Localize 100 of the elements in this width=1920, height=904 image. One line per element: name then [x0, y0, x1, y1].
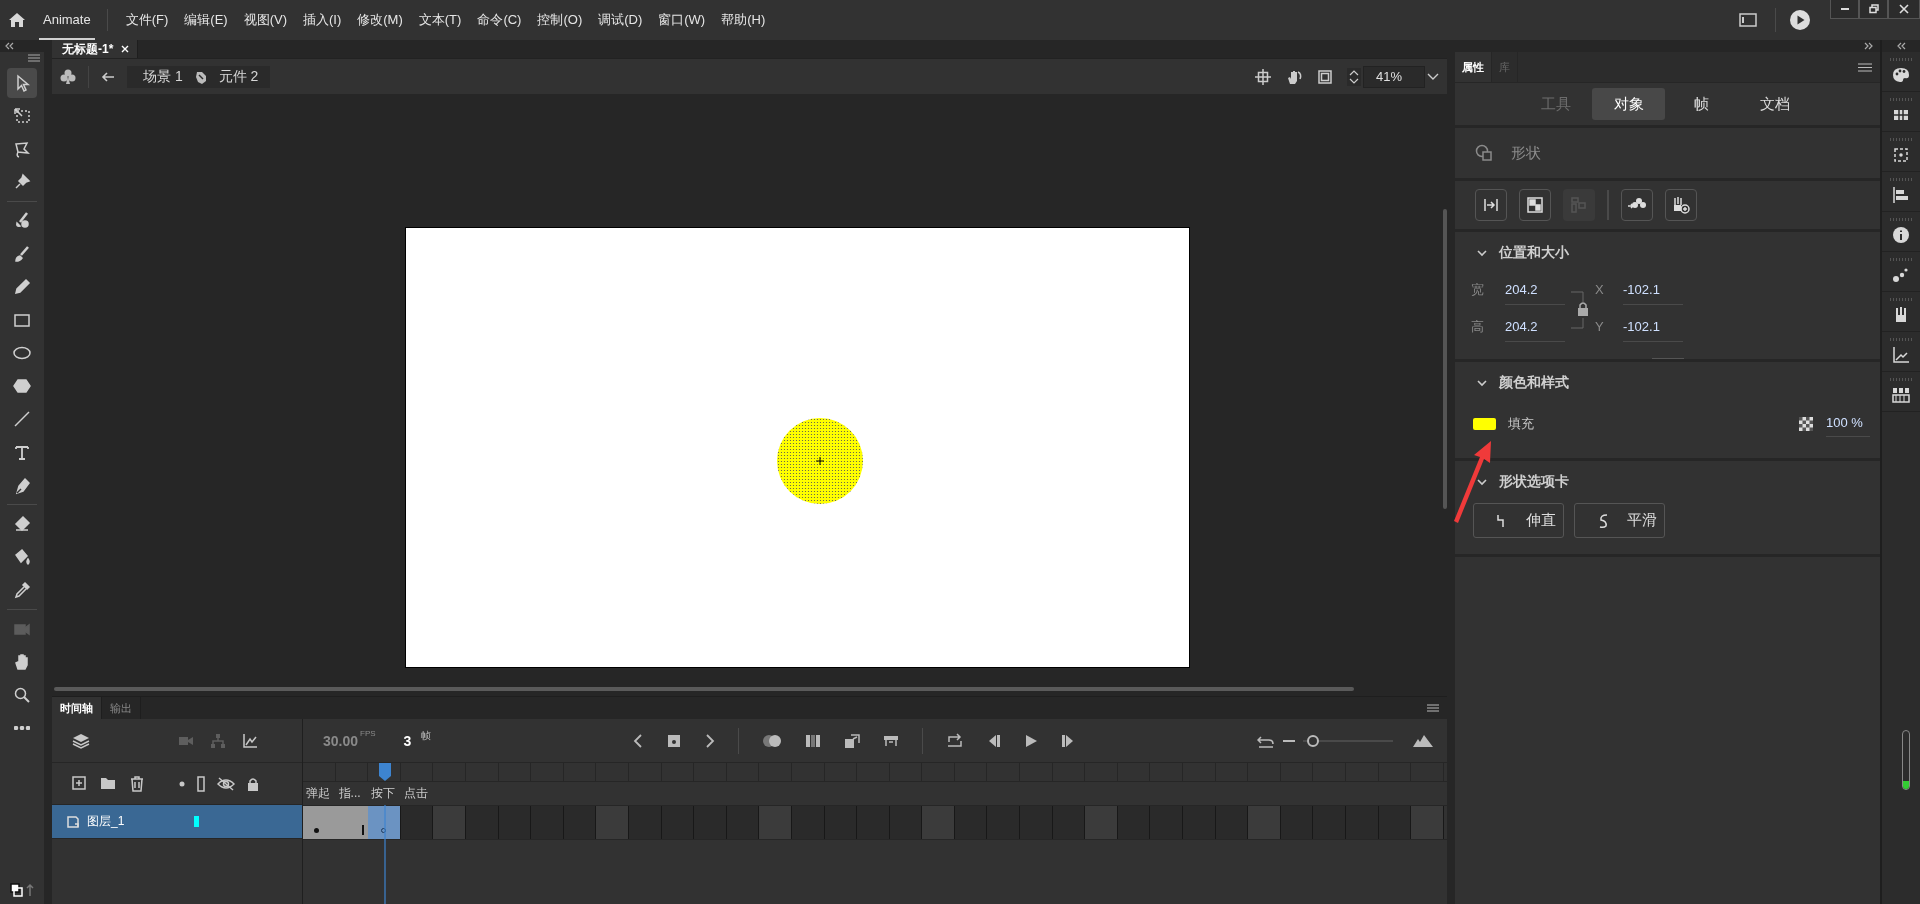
frame-cell[interactable]: [759, 806, 792, 840]
smooth-button[interactable]: 平滑: [1574, 503, 1665, 538]
menu-item[interactable]: 命令(C): [469, 11, 530, 29]
add-asset-button[interactable]: [1665, 189, 1697, 221]
menu-icon[interactable]: [1858, 63, 1872, 72]
lock-icon[interactable]: [247, 776, 259, 791]
expand-right-icon[interactable]: [1864, 42, 1874, 50]
chevron-icon[interactable]: [1477, 379, 1487, 387]
loop-icon[interactable]: [946, 732, 965, 749]
fill-swatch[interactable]: [1473, 418, 1496, 430]
menu-item[interactable]: 帮助(H): [713, 11, 774, 29]
back-arrow-icon[interactable]: [101, 70, 115, 83]
eye-off-icon[interactable]: [217, 776, 235, 791]
outline-icon[interactable]: [197, 775, 205, 792]
close-icon[interactable]: [121, 45, 130, 53]
frame-cell[interactable]: [368, 806, 401, 840]
menu-item[interactable]: 文件(F): [117, 11, 177, 29]
input-field[interactable]: -102.1: [1623, 274, 1683, 305]
add-layer-icon[interactable]: [72, 775, 86, 790]
dot-icon[interactable]: [179, 780, 185, 787]
document-tab[interactable]: 无标题-1*: [52, 40, 139, 58]
color-swap-icon[interactable]: [8, 882, 36, 900]
breadcrumb-link[interactable]: 元件 2: [218, 67, 259, 86]
panel-tab[interactable]: 时间轴: [52, 697, 102, 720]
frame-cell[interactable]: [1411, 806, 1444, 840]
scrollbar[interactable]: [1443, 209, 1447, 509]
menu-icon[interactable]: [1427, 704, 1439, 713]
frame-cell[interactable]: [661, 806, 695, 840]
minus-icon[interactable]: [1283, 738, 1295, 743]
panel-tab[interactable]: 属性: [1455, 52, 1492, 82]
convert-symbol-button[interactable]: [1621, 189, 1653, 221]
menu-item[interactable]: 调试(D): [590, 11, 651, 29]
layer-color-marker[interactable]: [194, 816, 200, 828]
menu-item[interactable]: 文本(T): [410, 11, 470, 29]
zoom-slider[interactable]: [1303, 733, 1393, 748]
dropdown-caret-icon[interactable]: [1427, 72, 1439, 81]
fps-value[interactable]: 30.00: [323, 732, 359, 749]
slider-thumb[interactable]: [1306, 734, 1319, 747]
frame-cell[interactable]: [1150, 806, 1184, 840]
frame-cell[interactable]: [628, 806, 662, 840]
align-icon[interactable]: [1891, 185, 1911, 205]
palette-icon[interactable]: [1891, 65, 1911, 85]
frame-cell[interactable]: [954, 806, 988, 840]
layers-icon[interactable]: [72, 731, 90, 750]
frame-cell[interactable]: [1183, 806, 1216, 840]
mountains-icon[interactable]: [1413, 734, 1433, 747]
frame-cell[interactable]: [1085, 806, 1118, 840]
home-icon[interactable]: [7, 10, 27, 30]
frame-cell[interactable]: [824, 806, 858, 840]
frame-cell[interactable]: [857, 806, 890, 840]
transform-icon[interactable]: [1891, 145, 1911, 165]
keyframe-icon[interactable]: [666, 732, 683, 749]
frame-cell[interactable]: [303, 806, 336, 840]
crosshair-icon[interactable]: [1255, 68, 1271, 85]
frame-cell[interactable]: [1280, 806, 1314, 840]
up-caret-icon[interactable]: [1349, 69, 1359, 76]
collapse-left-icon[interactable]: [4, 42, 14, 50]
frame-cell[interactable]: [1052, 806, 1086, 840]
mode-tab[interactable]: 文档: [1738, 88, 1811, 120]
frame-cell[interactable]: [922, 806, 955, 840]
zoom-field[interactable]: 41%: [1363, 65, 1425, 88]
frame-cell[interactable]: [1248, 806, 1281, 840]
menu-item[interactable]: 编辑(E): [176, 11, 236, 29]
input-field[interactable]: 204.2: [1505, 311, 1565, 342]
straighten-button[interactable]: 伸直: [1473, 503, 1564, 538]
chevron-icon[interactable]: [1477, 249, 1487, 257]
frame-cell[interactable]: [596, 806, 629, 840]
trash-icon[interactable]: [130, 775, 144, 792]
frame-cell[interactable]: [1117, 806, 1151, 840]
frame-cell[interactable]: [1020, 806, 1053, 840]
components-icon[interactable]: [1891, 385, 1911, 405]
frame-cell[interactable]: [791, 806, 825, 840]
frame-cell[interactable]: [1313, 806, 1346, 840]
frame-cell[interactable]: [694, 806, 727, 840]
frame-cell[interactable]: [1346, 806, 1379, 840]
frame-cell[interactable]: [465, 806, 499, 840]
alpha-field[interactable]: 100 %: [1826, 411, 1870, 437]
step-back-icon[interactable]: [987, 733, 1002, 748]
menu-item[interactable]: 窗口(W): [650, 11, 714, 29]
frame-cell[interactable]: [1215, 806, 1249, 840]
menu-item[interactable]: 插入(I): [295, 11, 350, 29]
down-caret-icon[interactable]: [1349, 77, 1359, 84]
frame-cell[interactable]: [400, 806, 434, 840]
frame-cell[interactable]: [335, 806, 369, 840]
frame-cell[interactable]: [1378, 806, 1412, 840]
frame-edit-icon[interactable]: [883, 733, 900, 748]
clip-frame-icon[interactable]: [1317, 68, 1333, 85]
undo-icon[interactable]: [1257, 733, 1275, 748]
mode-tab[interactable]: 对象: [1592, 88, 1665, 120]
menu-item[interactable]: 修改(M): [349, 11, 411, 29]
motion-graph-icon[interactable]: [1891, 345, 1911, 365]
edit-multiple-icon[interactable]: [805, 732, 822, 749]
onion-skin-icon[interactable]: [762, 733, 783, 748]
folder-icon[interactable]: [100, 775, 116, 790]
frame-cell[interactable]: [498, 806, 532, 840]
panel-tab[interactable]: 输出: [102, 697, 141, 720]
menu-item[interactable]: 控制(O): [529, 11, 591, 29]
chevron-icon[interactable]: [1477, 478, 1487, 486]
current-frame[interactable]: 3: [403, 732, 412, 749]
mode-tab[interactable]: 帧: [1665, 88, 1738, 120]
